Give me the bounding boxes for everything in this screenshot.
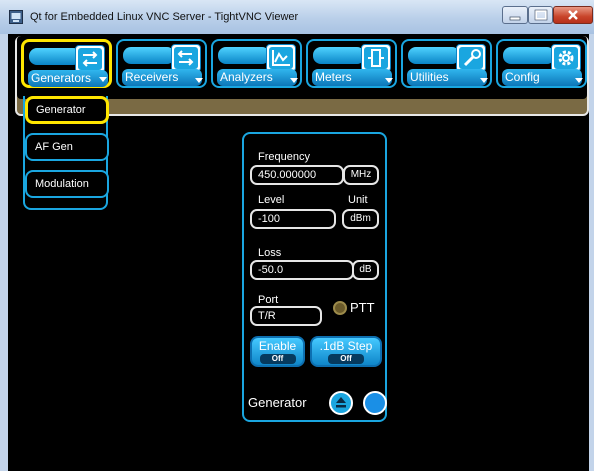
tab-generators-label: Generators (31, 71, 92, 85)
chevron-down-icon (385, 78, 393, 83)
tab-indicator (29, 48, 81, 65)
level-label: Level (258, 194, 285, 206)
frequency-label: Frequency (258, 151, 310, 163)
remote-screen[interactable]: Generators Receivers Analyzers Meters Ut… (8, 34, 589, 471)
submenu-item-generator[interactable]: Generator (25, 96, 109, 124)
chevron-down-icon (575, 78, 583, 83)
close-button[interactable] (553, 6, 593, 24)
tab-meters-label: Meters (315, 70, 352, 84)
wrench-icon (456, 44, 486, 72)
tab-indicator (313, 47, 365, 64)
port-label: Port (258, 294, 279, 306)
loss-label: Loss (258, 247, 282, 259)
level-unit-button[interactable]: dBm (342, 209, 379, 229)
gear-icon (551, 44, 581, 72)
tab-utilities[interactable]: Utilities (401, 39, 492, 88)
tab-indicator (408, 47, 460, 64)
unit-label: Unit (348, 194, 368, 206)
generator-footer-label: Generator (248, 395, 307, 410)
ptt-label: PTT (350, 300, 375, 315)
step-button-label: .1dB Step (319, 339, 373, 353)
tab-indicator (123, 47, 175, 64)
enable-button-label: Enable (258, 339, 297, 353)
enable-button[interactable]: Enable Off (250, 336, 305, 367)
vnc-window: Qt for Embedded Linux VNC Server - Tight… (0, 0, 594, 471)
receivers-icon (171, 44, 201, 72)
tab-receivers-label: Receivers (125, 70, 179, 84)
tab-config[interactable]: Config (496, 39, 587, 88)
submenu-item-label: Modulation (35, 178, 89, 190)
title-bar[interactable]: Qt for Embedded Linux VNC Server - Tight… (0, 0, 594, 35)
submenu-item-label: Generator (36, 104, 86, 116)
step-state: Off (328, 354, 364, 364)
window-title: Qt for Embedded Linux VNC Server - Tight… (30, 11, 299, 23)
generator-panel: Frequency 450.000000 MHz Level Unit -100… (242, 132, 387, 422)
loss-field[interactable]: -50.0 (250, 260, 354, 280)
tab-utilities-label: Utilities (410, 70, 449, 84)
submenu-item-af-gen[interactable]: AF Gen (25, 133, 109, 161)
maximize-button[interactable] (528, 6, 553, 24)
tab-analyzers[interactable]: Analyzers (211, 39, 302, 88)
eject-icon (336, 397, 346, 408)
maximize-icon (534, 9, 548, 21)
tab-analyzers-label: Analyzers (220, 70, 273, 84)
window-frame-right (589, 34, 594, 471)
frequency-unit-button[interactable]: MHz (343, 165, 379, 185)
enable-state: Off (259, 354, 296, 364)
meters-icon (361, 44, 391, 72)
app-icon (9, 10, 23, 24)
tab-config-label: Config (505, 70, 540, 84)
tab-indicator (218, 47, 270, 64)
loss-unit: dB (352, 260, 379, 280)
port-field[interactable]: T/R (250, 306, 322, 326)
chevron-down-icon (195, 78, 203, 83)
window-frame-left (0, 34, 8, 471)
chevron-down-icon (99, 77, 107, 82)
frequency-field[interactable]: 450.000000 (250, 165, 344, 185)
tab-indicator (503, 47, 555, 64)
level-field[interactable]: -100 (250, 209, 336, 229)
tab-generators[interactable]: Generators (21, 39, 112, 88)
generator-status-button[interactable] (363, 391, 387, 415)
generators-icon (75, 45, 105, 73)
analyzers-icon (266, 44, 296, 72)
step-button[interactable]: .1dB Step Off (310, 336, 382, 367)
collapse-button[interactable] (329, 391, 353, 415)
tab-receivers[interactable]: Receivers (116, 39, 207, 88)
submenu-item-modulation[interactable]: Modulation (25, 170, 109, 198)
submenu-panel: Generator AF Gen Modulation (23, 96, 109, 210)
tab-meters[interactable]: Meters (306, 39, 397, 88)
ptt-indicator-icon (333, 301, 347, 315)
chevron-down-icon (480, 78, 488, 83)
chevron-down-icon (290, 78, 298, 83)
minimize-icon (509, 16, 521, 21)
close-icon (568, 10, 578, 20)
submenu-item-label: AF Gen (35, 141, 73, 153)
minimize-button[interactable] (502, 6, 528, 24)
